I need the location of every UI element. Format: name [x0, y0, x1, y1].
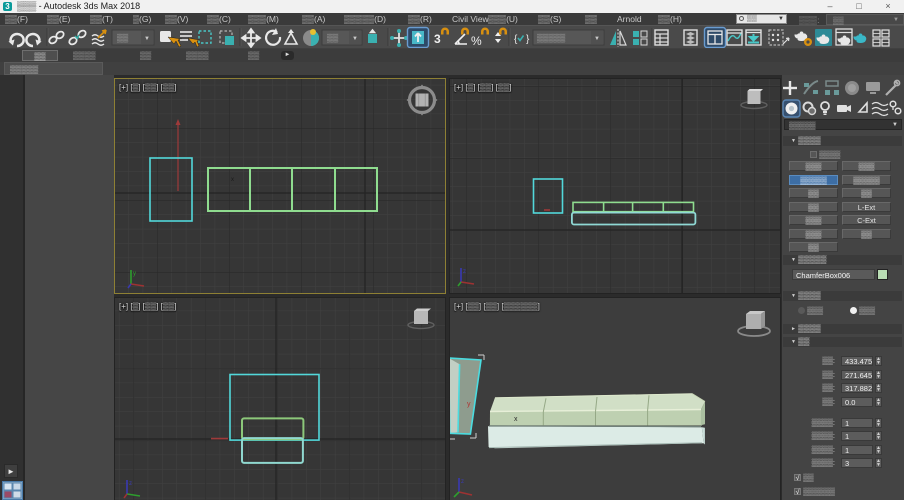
svg-text:z: z [463, 269, 466, 275]
svg-text:{: { [514, 34, 518, 45]
svg-text:▼: ▼ [594, 36, 600, 42]
svg-text:y: y [467, 401, 471, 408]
svg-text:▒▒▒▒▒: ▒▒▒▒▒ [537, 34, 566, 43]
svg-text:x: x [231, 177, 234, 183]
svg-text:z: z [461, 479, 464, 485]
svg-text:}: } [526, 34, 530, 45]
svg-text:▼: ▼ [352, 36, 358, 42]
svg-text:%: % [471, 34, 482, 48]
svg-text:3: 3 [434, 32, 441, 46]
svg-text:▼: ▼ [144, 36, 150, 42]
svg-text:x: x [514, 416, 518, 423]
svg-text:y: y [133, 271, 136, 277]
svg-text:z: z [129, 481, 132, 487]
svg-text:▒▒: ▒▒ [117, 34, 129, 43]
svg-text:▒▒: ▒▒ [327, 34, 339, 43]
